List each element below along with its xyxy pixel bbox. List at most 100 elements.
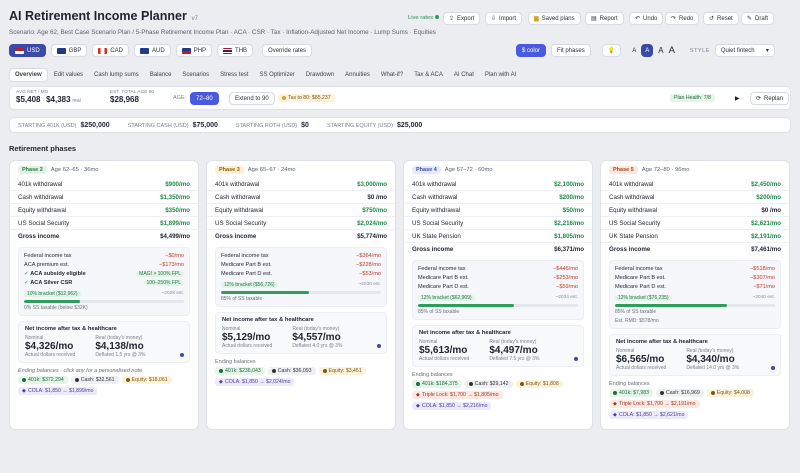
tax-value: −$446/mo: [552, 265, 578, 272]
income-value: $2,450/mo: [751, 180, 781, 188]
plan-health-badge[interactable]: Plan Health: 7/8: [670, 94, 715, 102]
replan-button[interactable]: ⟳ Replan: [750, 92, 790, 105]
cola-icon: ◆: [219, 379, 223, 385]
currency-usd[interactable]: USD: [9, 44, 46, 57]
saved-plans-button[interactable]: ▆ Saved plans: [528, 12, 581, 25]
balance-chip[interactable]: 401k: $7,983: [609, 389, 653, 397]
age-range-button[interactable]: 72–80: [190, 92, 219, 105]
balance-chip[interactable]: 401k: $372,294: [18, 376, 68, 384]
gross-income-line: Gross income $4,499/mo: [10, 230, 198, 243]
balance-chip[interactable]: Equity: $18,061: [121, 376, 172, 384]
tab-ss-optimizer[interactable]: SS Optimizer: [254, 69, 299, 81]
cola-chips: ◆ Triple Lock: $1,700 → $2,191/mo ◆ COLA: $…: [609, 400, 781, 419]
tab-annuities[interactable]: Annuities: [340, 69, 375, 81]
extend-button[interactable]: Extend to 90: [229, 92, 275, 105]
starting-balances: STARTING 401K (USD) $250,000 STARTING CASH…: [9, 117, 791, 133]
style-label: STYLE: [689, 47, 710, 54]
color-button[interactable]: $ color: [516, 44, 547, 57]
balance-chip[interactable]: Cash: $16,969: [656, 389, 704, 397]
font-size-a3[interactable]: A: [658, 46, 663, 55]
style-select[interactable]: Quiet fintech ▾: [714, 44, 775, 57]
income-line: US Social Security $2,621/mo: [601, 217, 789, 230]
balance-chip[interactable]: Equity: $1,808: [515, 380, 563, 388]
us-flag-icon: [15, 47, 24, 54]
balance-dot-icon: [660, 391, 664, 395]
phase-card[interactable]: Phase 5 Age 72–80 · 96mo 401k withdrawal $2…: [600, 160, 790, 430]
income-label: Equity withdrawal: [18, 206, 67, 214]
phase-badge: Phase 4: [412, 166, 441, 174]
th-flag-icon: [223, 47, 233, 54]
balance-chip[interactable]: Cash: $32,561: [70, 376, 119, 384]
font-size-a4[interactable]: A: [669, 45, 675, 56]
income-value: $50/mo: [562, 206, 584, 214]
income-value: $0 /mo: [367, 193, 387, 201]
draft-button[interactable]: ✎ Draft: [741, 12, 775, 25]
tab-overview[interactable]: Overview: [9, 68, 48, 82]
est-total-value: $28,968: [110, 95, 139, 104]
balance-chip[interactable]: Cash: $36,093: [267, 367, 316, 375]
rmd-note: Est. RMD: $578/mo: [615, 317, 659, 324]
fit-phases-button[interactable]: Fit phases: [551, 44, 591, 57]
tab-cash-lump-sums[interactable]: Cash lump sums: [89, 69, 144, 81]
balance-chip[interactable]: 401k: $184,375: [412, 380, 462, 388]
reset-button[interactable]: ↺ Reset: [703, 12, 739, 25]
phase-card[interactable]: Phase 2 Age 62–65 · 36mo 401k withdrawal $9…: [9, 160, 199, 430]
currency-thb[interactable]: THB: [217, 44, 254, 57]
currency-cad[interactable]: CAD: [92, 44, 130, 57]
phase-badge: Phase 3: [215, 166, 244, 174]
tab-scenarios[interactable]: Scenarios: [177, 69, 214, 81]
import-button[interactable]: ⇩ Import: [485, 12, 523, 25]
scenario-subtitle: Scenario: Age 62, Best Case Scenario Pla…: [9, 29, 436, 36]
starting-label: STARTING EQUITY (USD): [326, 122, 393, 129]
cola-chip: ◆ COLA: $1,850 → $2,216/mo: [412, 402, 492, 410]
app-title: AI Retirement Income Planner: [9, 9, 187, 23]
tab-ai-chat[interactable]: AI Chat: [449, 69, 479, 81]
phase-card[interactable]: Phase 3 Age 65–67 · 24mo 401k withdrawal $3…: [206, 160, 396, 430]
font-size-a1[interactable]: A: [632, 48, 636, 54]
avg-net-local: $4,383: [46, 95, 71, 104]
balance-chip[interactable]: Cash: $29,142: [464, 380, 513, 388]
export-icon: ⇪: [449, 16, 455, 22]
redo-button[interactable]: ↷ Redo: [665, 12, 700, 25]
lightbulb-icon[interactable]: 💡: [601, 44, 622, 57]
real-value: $4,340/mo: [686, 354, 735, 365]
export-button[interactable]: ⇪ Export: [443, 12, 481, 25]
income-label: Equity withdrawal: [412, 206, 461, 214]
bracket-progress: [418, 304, 578, 307]
gross-label: Gross income: [215, 233, 257, 240]
tab-tax-aca[interactable]: Tax & ACA: [409, 69, 448, 81]
status-dot-icon: [771, 366, 775, 370]
tax-label: Medicare Part D est.: [615, 283, 666, 290]
tab-drawdown[interactable]: Drawdown: [301, 69, 339, 81]
tab-edit-values[interactable]: Edit values: [49, 69, 88, 81]
tab-stress-test[interactable]: Stress test: [215, 69, 253, 81]
report-button[interactable]: ▤ Report: [585, 12, 624, 25]
income-line: Equity withdrawal $50/mo: [404, 204, 592, 217]
live-rates-label[interactable]: Live rates: [408, 15, 439, 28]
play-icon[interactable]: ▶: [735, 95, 740, 102]
income-line: 401k withdrawal $900/mo: [10, 178, 198, 191]
income-label: 401k withdrawal: [18, 180, 63, 188]
gross-income-line: Gross income $5,774/mo: [207, 230, 395, 243]
import-icon: ⇩: [491, 16, 497, 22]
balance-dot-icon: [468, 382, 473, 386]
font-size-a2[interactable]: A: [641, 44, 654, 57]
real-sub: Deflated 14.0 yrs @ 3%: [686, 365, 740, 371]
currency-gbp[interactable]: GBP: [50, 44, 88, 57]
undo-button[interactable]: ↶ Undo: [629, 12, 664, 25]
currency-bar: USD GBP CAD AUD PHP THB Override rates: [9, 44, 313, 57]
tab-plan-with-ai[interactable]: Plan with AI: [480, 69, 521, 81]
income-line: UK State Pension $1,805/mo: [404, 230, 592, 243]
override-rates-button[interactable]: Override rates: [262, 44, 313, 57]
currency-aud[interactable]: AUD: [134, 44, 171, 57]
balance-chip[interactable]: 401k: $236,043: [215, 367, 265, 375]
app-header: AI Retirement Income Planner v7: [9, 9, 198, 23]
tab-what-if[interactable]: What-if?: [376, 69, 408, 81]
phase-card[interactable]: Phase 4 Age 67–72 · 60mo 401k withdrawal $2…: [403, 160, 593, 430]
currency-php[interactable]: PHP: [175, 44, 213, 57]
balance-chip[interactable]: Equity: $3,451: [318, 367, 366, 375]
tab-balance[interactable]: Balance: [145, 69, 177, 81]
balance-chip[interactable]: Equity: $4,008: [706, 389, 754, 397]
gross-income-line: Gross income $6,371/mo: [404, 243, 592, 256]
tax-pill: Tax to 80: $85,237: [278, 94, 335, 102]
